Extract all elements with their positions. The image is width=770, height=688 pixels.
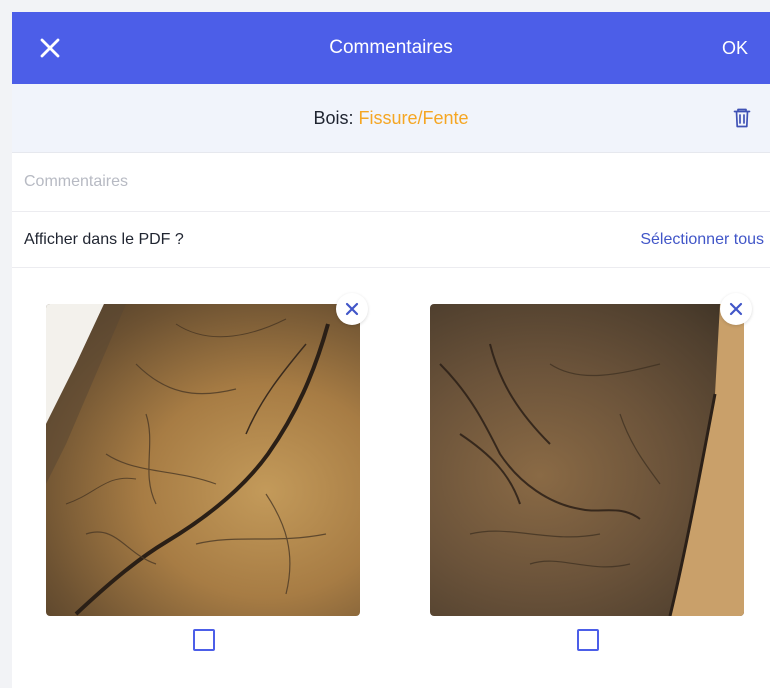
pdf-visibility-row: Afficher dans le PDF ? Sélectionner tous bbox=[12, 212, 770, 268]
photo-thumbnail[interactable] bbox=[46, 304, 360, 616]
close-icon bbox=[729, 302, 743, 316]
close-button[interactable] bbox=[34, 32, 66, 64]
close-icon bbox=[40, 38, 60, 58]
trash-icon bbox=[733, 108, 751, 128]
include-in-pdf-checkbox[interactable] bbox=[193, 629, 215, 651]
page-title: Commentaires bbox=[329, 37, 453, 58]
remove-photo-button[interactable] bbox=[720, 293, 752, 325]
comment-row bbox=[12, 153, 770, 212]
top-app-bar: Commentaires OK bbox=[12, 12, 770, 84]
ok-button[interactable]: OK bbox=[722, 12, 748, 84]
wood-crack-photo bbox=[439, 304, 744, 616]
category-label: Bois: bbox=[313, 107, 354, 128]
defect-category: Bois: Fissure/Fente bbox=[12, 84, 770, 152]
comments-screen: Commentaires OK Bois: Fissure/Fente Affi… bbox=[12, 12, 770, 688]
photo-thumbnail[interactable] bbox=[430, 304, 744, 616]
category-value: Fissure/Fente bbox=[358, 107, 469, 128]
defect-category-bar: Bois: Fissure/Fente bbox=[12, 84, 770, 153]
include-in-pdf-checkbox[interactable] bbox=[577, 629, 599, 651]
delete-button[interactable] bbox=[730, 106, 754, 130]
wood-crack-photo bbox=[46, 304, 330, 616]
close-icon bbox=[345, 302, 359, 316]
select-all-link[interactable]: Sélectionner tous bbox=[640, 212, 764, 267]
remove-photo-button[interactable] bbox=[336, 293, 368, 325]
comment-input[interactable] bbox=[24, 165, 754, 199]
pdf-visibility-label: Afficher dans le PDF ? bbox=[24, 230, 184, 248]
